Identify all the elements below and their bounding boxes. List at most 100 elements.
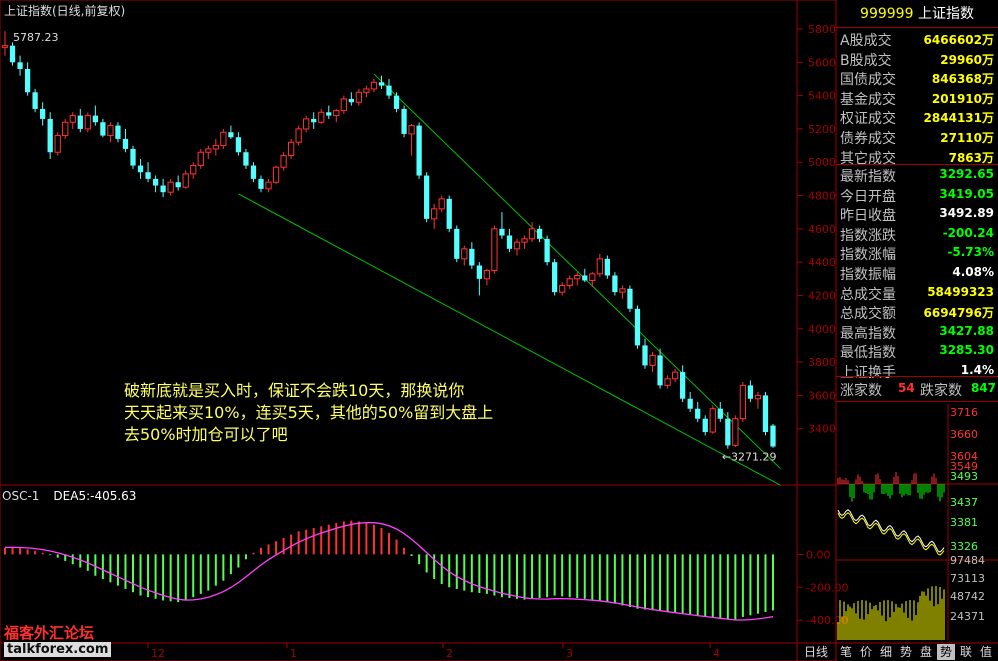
candle-body bbox=[671, 371, 679, 380]
candle-body bbox=[393, 95, 400, 109]
candle-body bbox=[370, 81, 378, 90]
annotation-line-2: 天天起来买10%，连买5天，其他的50%留到大盘上 bbox=[124, 403, 494, 422]
price-tick-label: 4200 bbox=[808, 289, 836, 302]
candle-body bbox=[130, 148, 136, 166]
candle-body bbox=[687, 398, 693, 409]
candle-body bbox=[137, 165, 144, 173]
candle-body bbox=[521, 238, 528, 243]
candle-body bbox=[152, 178, 159, 186]
candle-body bbox=[469, 248, 475, 266]
stat-label: B股成交 bbox=[840, 52, 892, 69]
date-axis: 12 1 2 3 4 bbox=[147, 643, 720, 660]
tab-bi[interactable]: 笔 bbox=[837, 644, 855, 660]
stat-label: 今日开盘 bbox=[840, 188, 896, 205]
stat-value: 6694796万 bbox=[923, 306, 994, 321]
candle-body bbox=[24, 68, 31, 93]
candle-body bbox=[552, 262, 558, 293]
annotation-line-3: 去50%时加仓可以了吧 bbox=[124, 425, 288, 444]
stat-row: 上证换手 1.4% bbox=[836, 361, 998, 381]
candle-body bbox=[732, 418, 739, 446]
candle-body bbox=[220, 131, 227, 147]
tab-lian[interactable]: 联 bbox=[957, 644, 975, 660]
candle-body bbox=[739, 384, 747, 420]
candle-body bbox=[62, 121, 69, 137]
candle-body bbox=[446, 198, 452, 229]
divider bbox=[836, 376, 998, 377]
annotation-line-1: 破新底就是买入时，保证不会跌10天，那换说你 bbox=[124, 381, 465, 400]
price-axis: 5800 5600 5400 5200 5000 4800 4600 4400 4200 4000… bbox=[797, 23, 836, 436]
stat-value: 2844131万 bbox=[923, 111, 994, 126]
candle-body bbox=[386, 85, 392, 96]
tab-xi[interactable]: 细 bbox=[877, 644, 895, 660]
stat-row: 基金成交 201910万 bbox=[836, 88, 998, 108]
stat-row: 指数涨幅 -5.73% bbox=[836, 243, 998, 263]
stat-row: B股成交 29960万 bbox=[836, 49, 998, 69]
candle-body bbox=[280, 155, 287, 168]
stat-label: 指数振幅 bbox=[840, 267, 896, 283]
osc-name: OSC-1 bbox=[2, 489, 40, 503]
candle-body bbox=[311, 118, 317, 123]
stat-label: 昨日收盘 bbox=[840, 208, 896, 225]
price-tick-label: 3800 bbox=[808, 356, 836, 369]
stat-label: A股成交 bbox=[840, 33, 892, 49]
candle-body bbox=[107, 125, 114, 137]
date-tick-label: 2 bbox=[446, 647, 453, 660]
tab-jia[interactable]: 价 bbox=[857, 644, 875, 660]
stat-label: 基金成交 bbox=[840, 91, 896, 108]
candle-body bbox=[84, 115, 91, 130]
stat-value: 201910万 bbox=[931, 91, 994, 106]
candle-body bbox=[491, 228, 498, 271]
stat-row: 最低指数 3285.30 bbox=[836, 341, 998, 361]
candle-body bbox=[182, 173, 189, 188]
price-tick-label: 5600 bbox=[808, 56, 836, 69]
candle-body bbox=[657, 355, 663, 386]
candle-body bbox=[287, 141, 295, 157]
candle-body bbox=[228, 132, 234, 138]
candle-body bbox=[235, 137, 242, 153]
quote-panel: 999999 上证指数 A股成交 6466602万 B股成交 29960万 国债成交 84… bbox=[836, 0, 998, 661]
candle-body bbox=[566, 278, 573, 286]
stat-row: 今日开盘 3419.05 bbox=[836, 185, 998, 205]
stat-value: -5.73% bbox=[947, 245, 994, 260]
stat-label: 总成交量 bbox=[840, 286, 896, 303]
index-code: 999999 bbox=[860, 6, 914, 22]
tab-daily[interactable]: 日线 bbox=[797, 644, 835, 660]
candle-body bbox=[649, 354, 656, 366]
candle-body bbox=[717, 408, 723, 419]
tab-shi[interactable]: 势 bbox=[897, 644, 915, 660]
down-label: 跌家数 bbox=[920, 383, 962, 399]
stat-value: 4.08% bbox=[952, 265, 994, 279]
candle-body bbox=[754, 394, 762, 400]
candle-body bbox=[303, 118, 310, 130]
osc-histogram bbox=[4, 520, 774, 621]
price-tick-label: 3400 bbox=[808, 423, 836, 436]
period-tabs: 日线 笔 价 细 势 盘 势 联 值 bbox=[797, 643, 998, 661]
stat-label: 最低指数 bbox=[840, 345, 896, 362]
candle-body bbox=[461, 248, 468, 260]
up-count: 54 bbox=[898, 381, 915, 395]
divider bbox=[836, 401, 998, 402]
candle-body bbox=[559, 284, 566, 293]
tab-zhi[interactable]: 值 bbox=[977, 644, 995, 660]
stat-value: 1.4% bbox=[960, 363, 994, 377]
osc-tick-label: 0.00 bbox=[806, 548, 831, 561]
stat-row: 国债成交 846368万 bbox=[836, 68, 998, 88]
stat-value: 3492.89 bbox=[939, 206, 994, 221]
candle-body bbox=[145, 172, 151, 179]
stat-value: 3419.05 bbox=[939, 186, 994, 201]
candle-body bbox=[167, 181, 174, 193]
chart-title: 上证指数(日线,前复权) bbox=[4, 4, 126, 18]
tab-pan[interactable]: 盘 bbox=[917, 644, 935, 660]
divider bbox=[836, 27, 998, 28]
stat-value: 58499323 bbox=[927, 284, 994, 299]
candle-body bbox=[250, 165, 257, 179]
price-tick-label: 5000 bbox=[808, 156, 836, 169]
candle-body bbox=[536, 228, 543, 239]
candle-body bbox=[401, 108, 407, 134]
candle-body bbox=[634, 308, 641, 346]
price-tick-label: 3600 bbox=[808, 389, 836, 402]
tab-shi-active[interactable]: 势 bbox=[937, 644, 955, 660]
down-count: 847 bbox=[970, 381, 996, 395]
candle-body bbox=[499, 228, 505, 236]
date-tick-label: 12 bbox=[151, 647, 165, 660]
